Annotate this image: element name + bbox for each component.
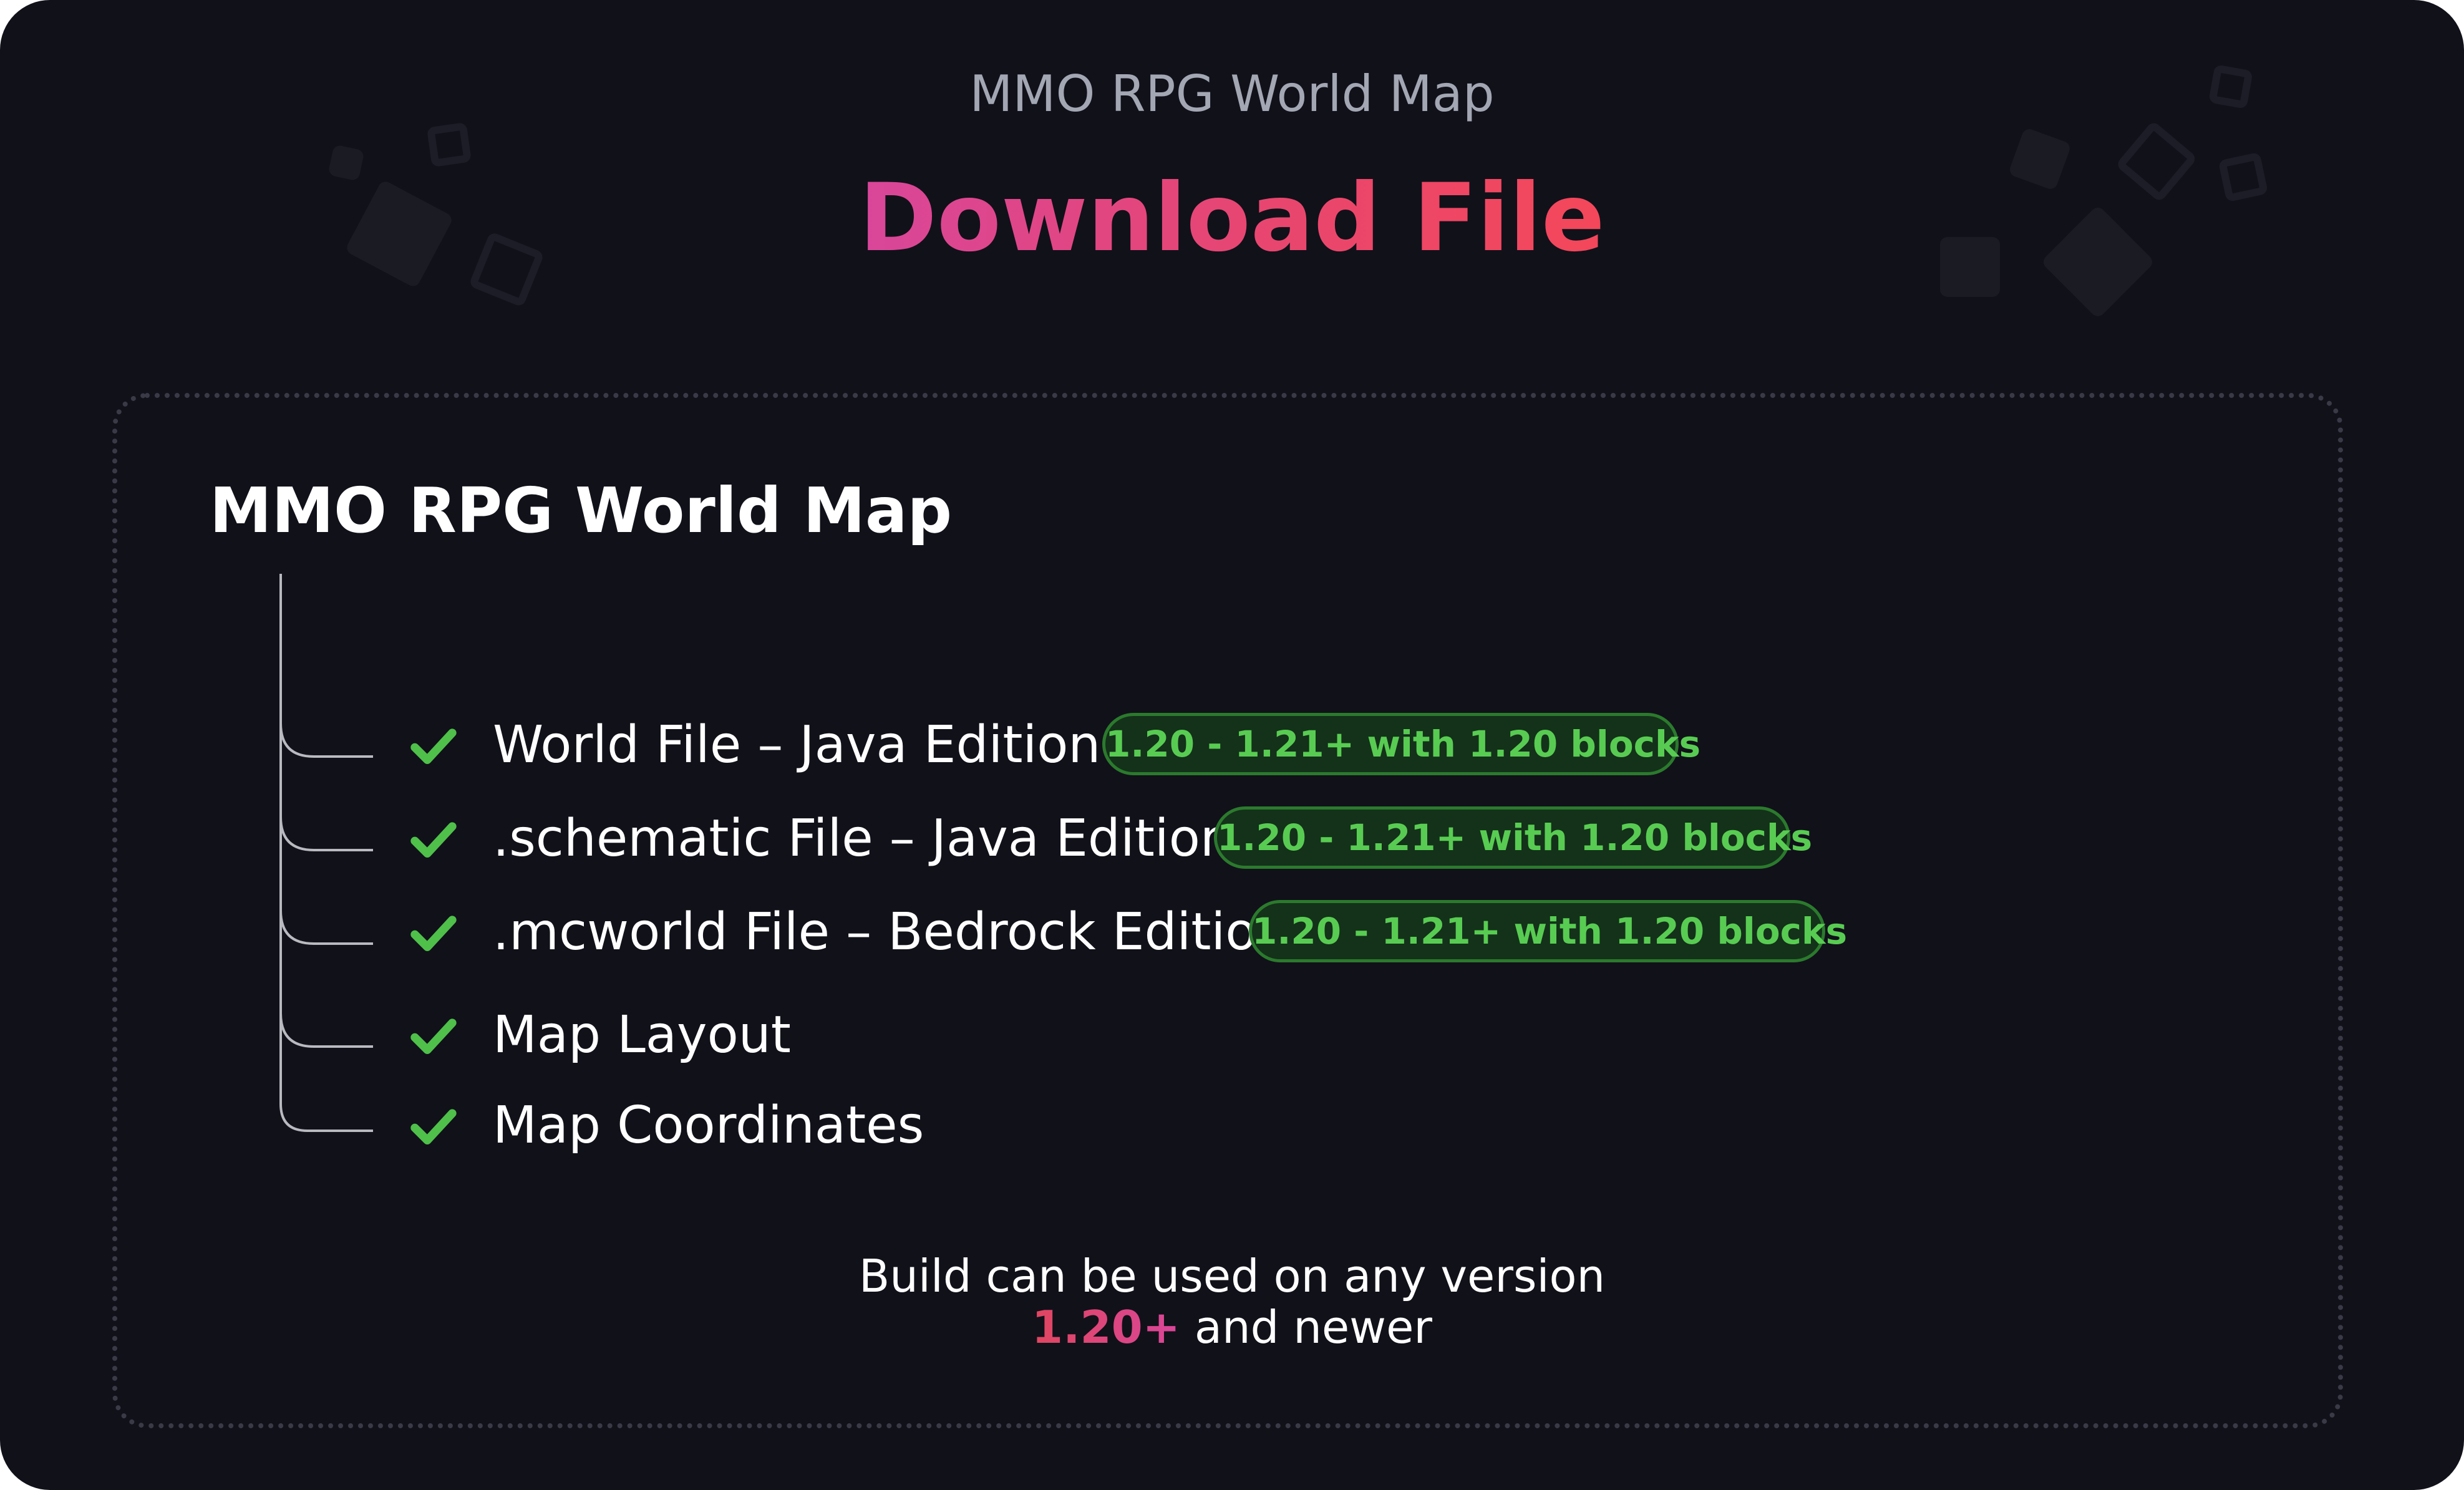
page-title: Download File [859,164,1605,273]
decorative-square-outline [426,122,472,168]
download-panel: MMO RPG World Map Download File MMO RPG … [0,0,2464,1490]
card-title: MMO RPG World Map [210,474,953,547]
page-supertitle: MMO RPG World Map [969,65,1495,123]
item-label: .mcworld File – Bedrock Edition [493,902,1289,962]
list-item: Map Coordinates [0,1088,2464,1163]
item-label: Map Coordinates [493,1096,924,1155]
version-suffix: and newer [1180,1301,1432,1353]
item-label: World File – Java Edition [493,715,1101,775]
version-badge: 1.20 - 1.21+ with 1.20 blocks [1249,900,1847,962]
check-icon [410,822,457,858]
check-icon [410,728,457,764]
list-item: .mcworld File – Bedrock Edition 1.20 - 1… [0,895,2464,970]
check-icon [410,916,457,951]
item-label: .schematic File – Java Edition [493,809,1233,868]
list-item: Map Layout [0,998,2464,1073]
compatibility-note: Build can be used on any version 1.20+ a… [0,1251,2464,1353]
list-item: World File – Java Edition 1.20 - 1.21+ w… [0,708,2464,783]
list-item: .schematic File – Java Edition 1.20 - 1.… [0,801,2464,876]
check-icon [410,1018,457,1054]
item-label: Map Layout [493,1005,791,1065]
version-highlight: 1.20+ [1032,1301,1181,1353]
version-badge: 1.20 - 1.21+ with 1.20 blocks [1214,806,1812,869]
version-badge: 1.20 - 1.21+ with 1.20 blocks [1102,713,1700,775]
compatibility-version-line: 1.20+ and newer [0,1302,2464,1353]
compatibility-line: Build can be used on any version [858,1250,1606,1302]
check-icon [410,1109,457,1144]
